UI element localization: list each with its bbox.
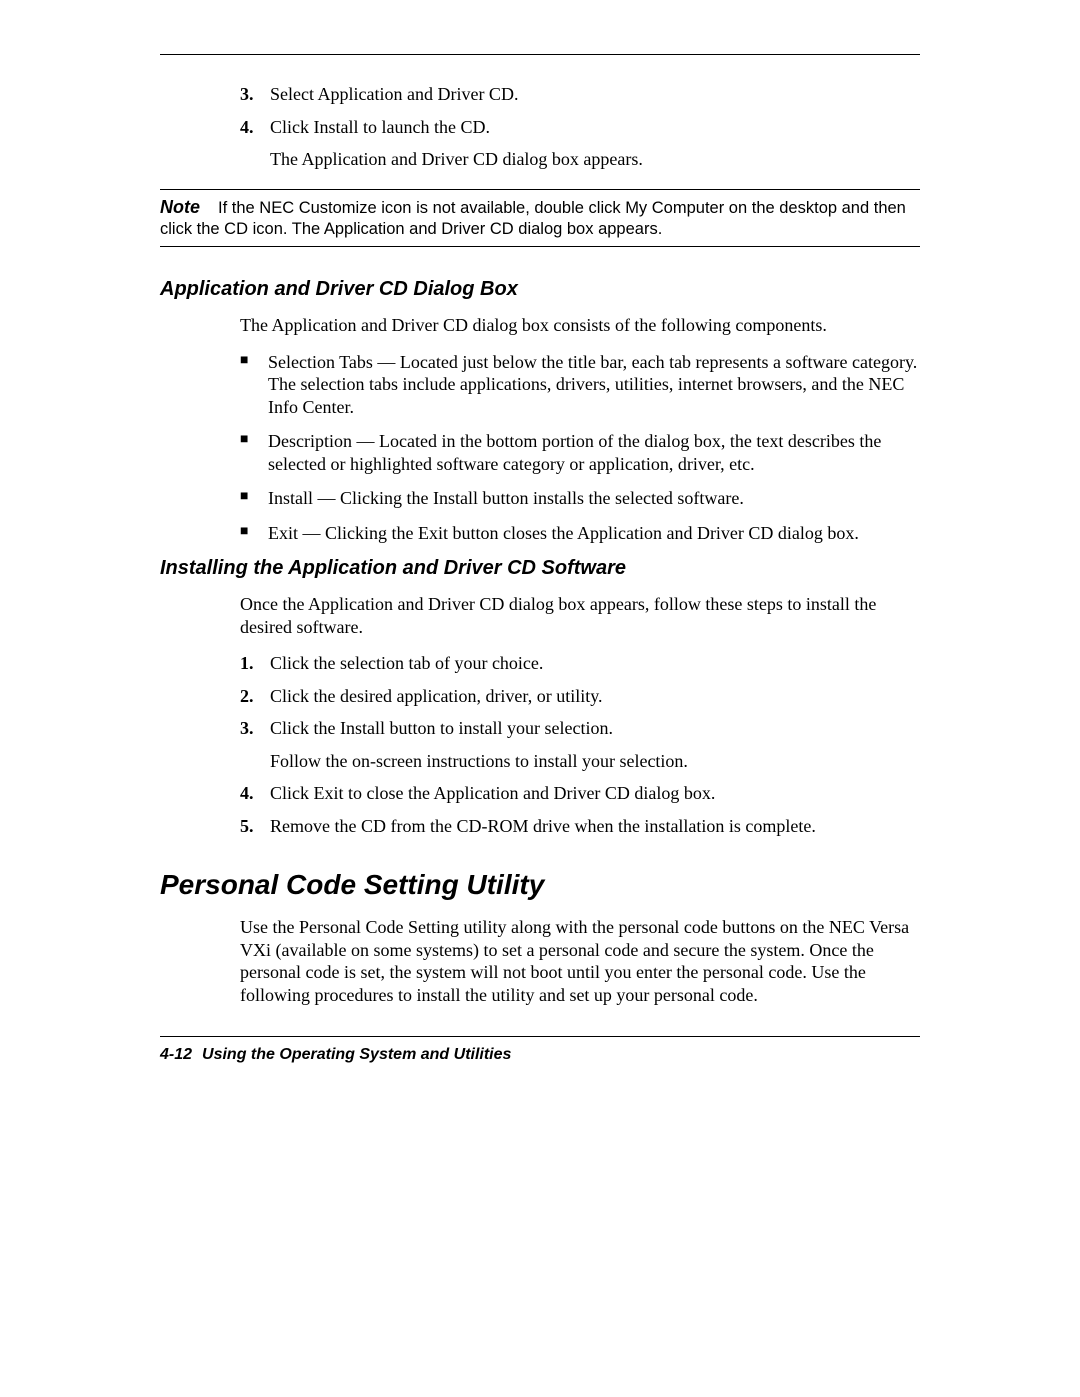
page-content: 3. Select Application and Driver CD. 4. …	[0, 83, 1080, 1006]
bullet-item: ■ Description — Located in the bottom po…	[240, 430, 920, 475]
note-content: NoteIf the NEC Customize icon is not ava…	[160, 190, 920, 247]
step-item: 5. Remove the CD from the CD-ROM drive w…	[240, 815, 920, 838]
step-text: Click Install to launch the CD. The Appl…	[270, 116, 920, 171]
bullet-item: ■ Selection Tabs — Located just below th…	[240, 351, 920, 419]
step-number: 3.	[240, 83, 270, 106]
step-number: 1.	[240, 652, 270, 675]
step-item: 2. Click the desired application, driver…	[240, 685, 920, 708]
footer-page-number: 4-12	[160, 1046, 192, 1063]
step-number: 4.	[240, 782, 270, 805]
section1-bullets: ■ Selection Tabs — Located just below th…	[240, 351, 920, 545]
step-text: Click the selection tab of your choice.	[270, 652, 920, 675]
section1-body: The Application and Driver CD dialog box…	[240, 314, 920, 544]
step-number: 5.	[240, 815, 270, 838]
step-number: 4.	[240, 116, 270, 171]
step-item: 4. Click Exit to close the Application a…	[240, 782, 920, 805]
step-main: Click the Install button to install your…	[270, 718, 613, 738]
section-heading: Application and Driver CD Dialog Box	[160, 277, 920, 302]
section3-body: Use the Personal Code Setting utility al…	[240, 916, 920, 1006]
step-item: 3. Click the Install button to install y…	[240, 717, 920, 772]
bullet-item: ■ Install — Clicking the Install button …	[240, 487, 920, 510]
step-follow: Follow the on-screen instructions to ins…	[270, 750, 920, 773]
note-text: If the NEC Customize icon is not availab…	[160, 199, 906, 238]
step-text: Click the desired application, driver, o…	[270, 685, 920, 708]
section3-para: Use the Personal Code Setting utility al…	[240, 916, 920, 1006]
step-text: Select Application and Driver CD.	[270, 83, 920, 106]
bullet-item: ■ Exit — Clicking the Exit button closes…	[240, 522, 920, 545]
footer-title: Using the Operating System and Utilities	[202, 1046, 511, 1063]
document-page: 3. Select Application and Driver CD. 4. …	[0, 0, 1080, 1065]
bullet-icon: ■	[240, 430, 268, 475]
bullet-text: Exit — Clicking the Exit button closes t…	[268, 522, 920, 545]
step-text: Click the Install button to install your…	[270, 717, 920, 772]
step-main: Click Install to launch the CD.	[270, 117, 490, 137]
note-box: NoteIf the NEC Customize icon is not ava…	[160, 189, 920, 248]
step-follow: The Application and Driver CD dialog box…	[270, 148, 920, 171]
step-item: 4. Click Install to launch the CD. The A…	[240, 116, 920, 171]
bullet-text: Selection Tabs — Located just below the …	[268, 351, 920, 419]
note-label: Note	[160, 197, 200, 217]
step-number: 3.	[240, 717, 270, 772]
bullet-text: Install — Clicking the Install button in…	[268, 487, 920, 510]
bullet-icon: ■	[240, 487, 268, 510]
bullet-icon: ■	[240, 522, 268, 545]
top-steps: 3. Select Application and Driver CD. 4. …	[240, 83, 920, 171]
page-footer: 4-12 Using the Operating System and Utili…	[0, 1045, 1080, 1065]
main-heading: Personal Code Setting Utility	[160, 867, 920, 902]
step-item: 3. Select Application and Driver CD.	[240, 83, 920, 106]
section2-intro: Once the Application and Driver CD dialo…	[240, 593, 920, 638]
section-heading: Installing the Application and Driver CD…	[160, 556, 920, 581]
bullet-icon: ■	[240, 351, 268, 419]
note-bottom-rule	[160, 246, 920, 247]
section2-body: Once the Application and Driver CD dialo…	[240, 593, 920, 837]
section2-steps: 1. Click the selection tab of your choic…	[240, 652, 920, 837]
step-number: 2.	[240, 685, 270, 708]
bullet-text: Description — Located in the bottom port…	[268, 430, 920, 475]
step-text: Remove the CD from the CD-ROM drive when…	[270, 815, 920, 838]
footer-divider	[160, 1036, 920, 1037]
step-item: 1. Click the selection tab of your choic…	[240, 652, 920, 675]
step-text: Click Exit to close the Application and …	[270, 782, 920, 805]
top-divider	[160, 54, 920, 55]
section1-intro: The Application and Driver CD dialog box…	[240, 314, 920, 337]
